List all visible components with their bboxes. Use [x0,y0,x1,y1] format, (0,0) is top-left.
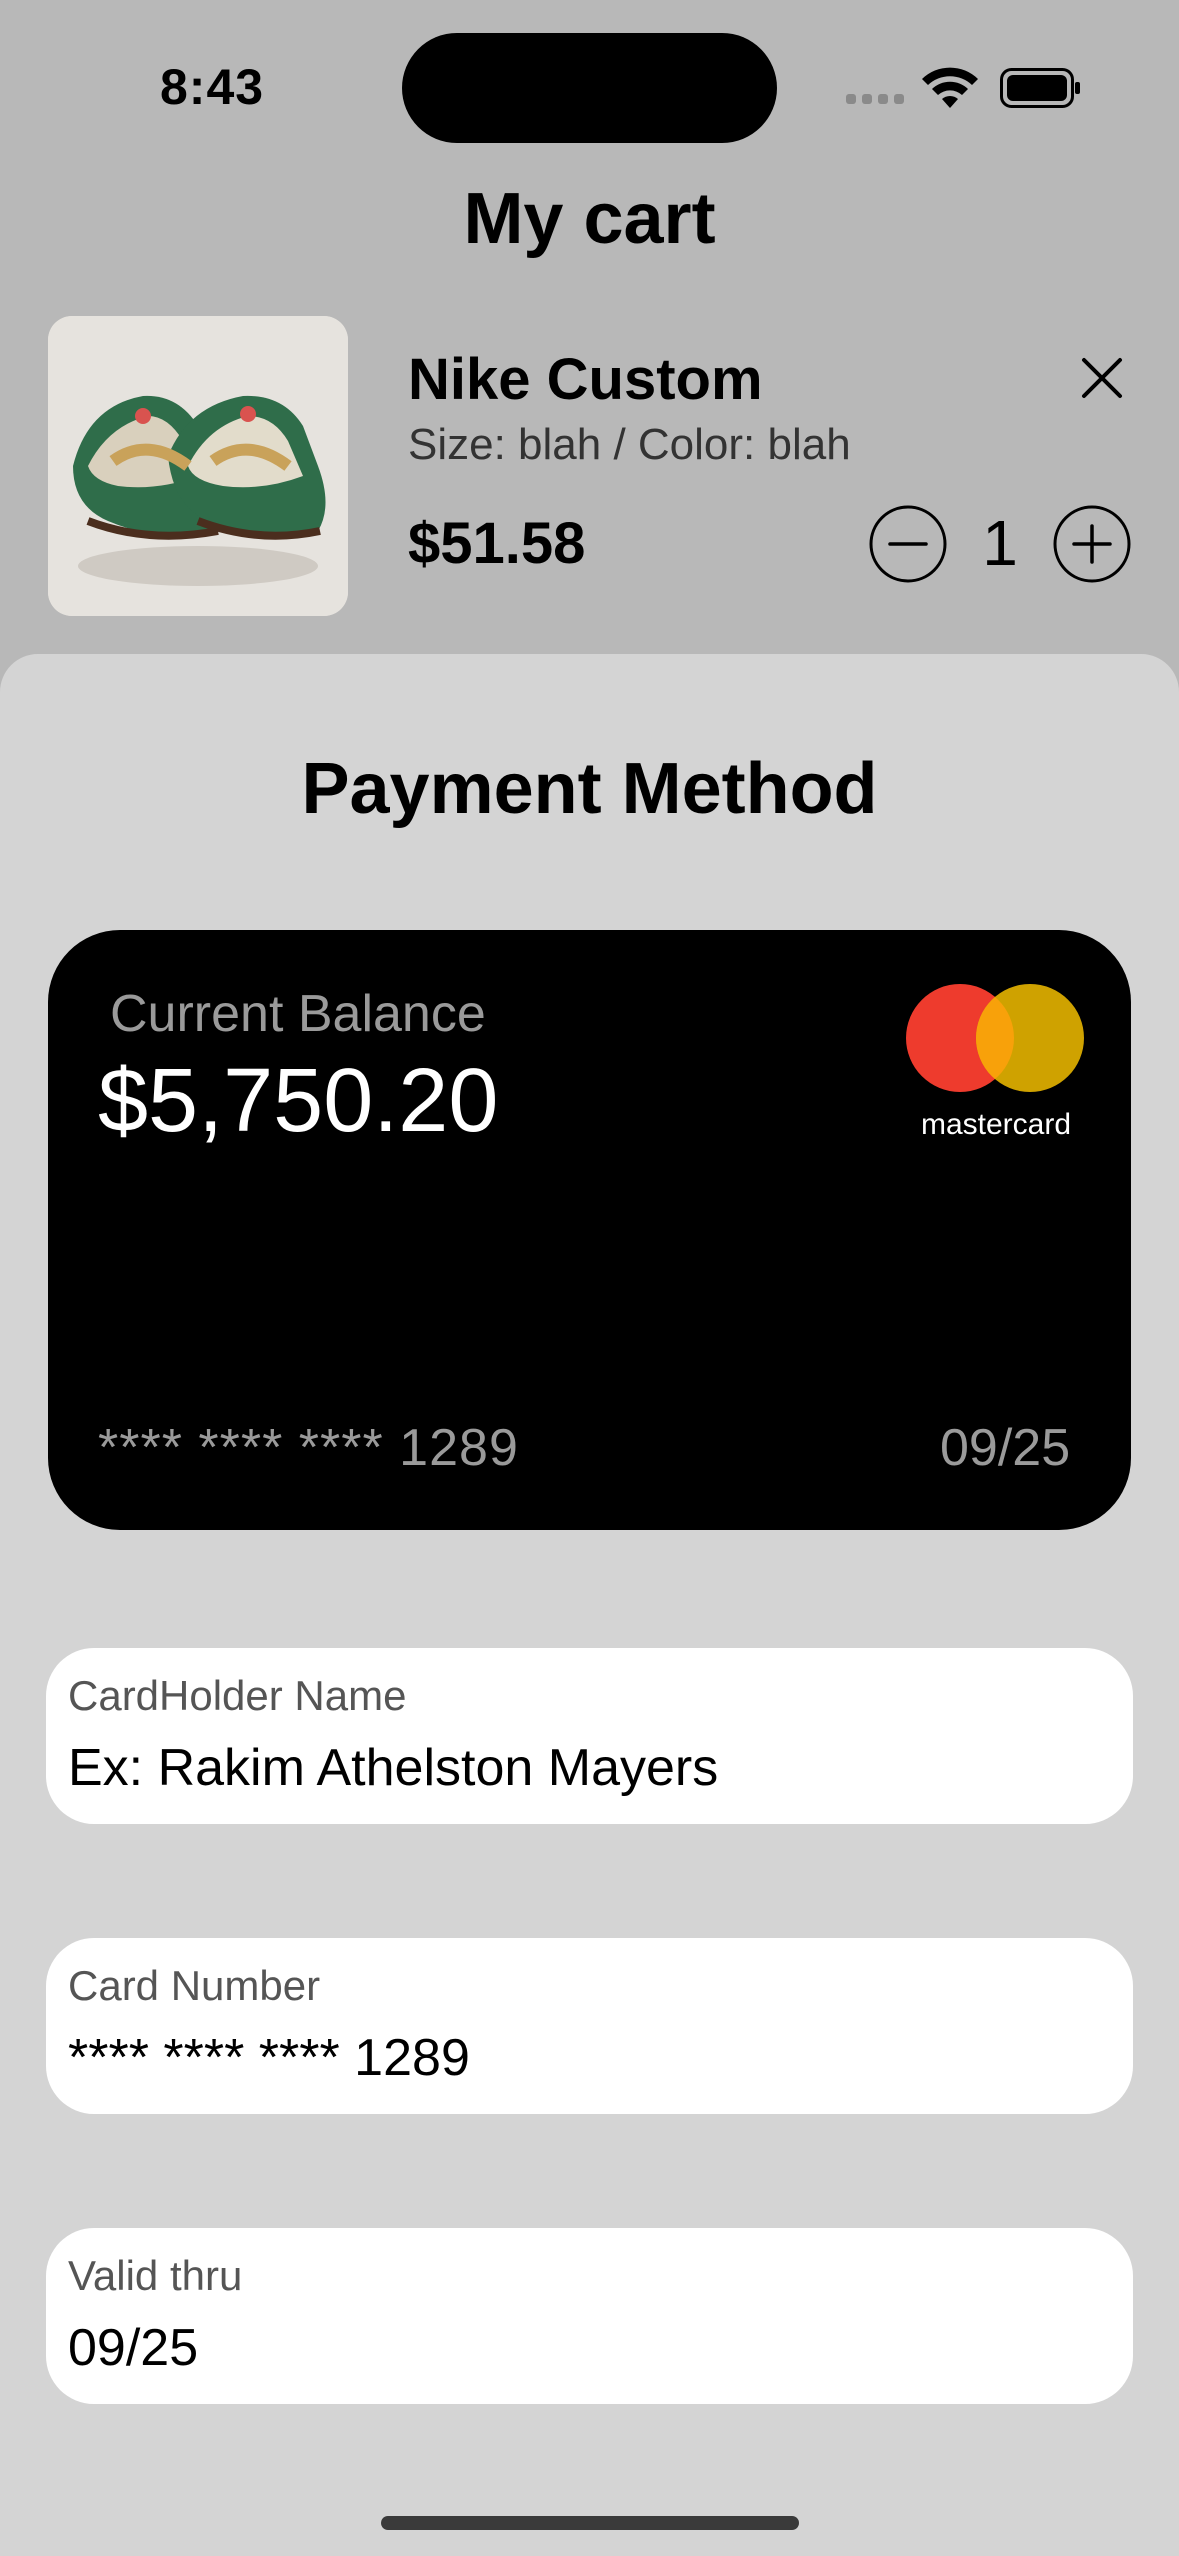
balance-label: Current Balance [110,985,486,1043]
cardholder-name-input[interactable]: Ex: Rakim Athelston Mayers [68,1738,1108,1798]
status-time: 8:43 [160,59,265,115]
valid-thru-input[interactable]: 09/25 [68,2318,1108,2378]
screen: 8:43 My cart Nike Custom Size: blah / Co… [0,0,1179,2556]
close-icon[interactable] [1078,354,1126,402]
payment-method-title: Payment Method [301,749,878,829]
page-title: My cart [463,179,716,259]
card-number-masked: **** **** **** 1289 [98,1419,519,1477]
cellular-signal-icon [846,94,904,104]
mastercard-logo-icon [906,984,1084,1092]
decrease-quantity-button[interactable] [868,504,948,584]
card-brand: mastercard [920,1108,1072,1141]
card-number-input[interactable]: **** **** **** 1289 [68,2028,1108,2088]
balance-value: $5,750.20 [98,1051,499,1151]
card-number-label: Card Number [68,1962,321,2009]
home-indicator[interactable] [381,2516,799,2530]
product-price: $51.58 [408,511,586,576]
card-expiry: 09/25 [940,1419,1071,1477]
valid-thru-label: Valid thru [68,2252,243,2299]
dynamic-island [402,33,777,143]
cardholder-name-label: CardHolder Name [68,1672,407,1719]
product-variant: Size: blah / Color: blah [408,420,851,469]
card-number-field[interactable]: Card Number **** **** **** 1289 [46,1938,1133,2114]
cardholder-name-field[interactable]: CardHolder Name Ex: Rakim Athelston Maye… [46,1648,1133,1824]
quantity-value: 1 [982,507,1018,579]
valid-thru-field[interactable]: Valid thru 09/25 [46,2228,1133,2404]
product-image [48,316,348,616]
product-name: Nike Custom [408,347,763,412]
battery-icon [1000,68,1080,108]
increase-quantity-button[interactable] [1052,504,1132,584]
wifi-icon [922,67,978,108]
